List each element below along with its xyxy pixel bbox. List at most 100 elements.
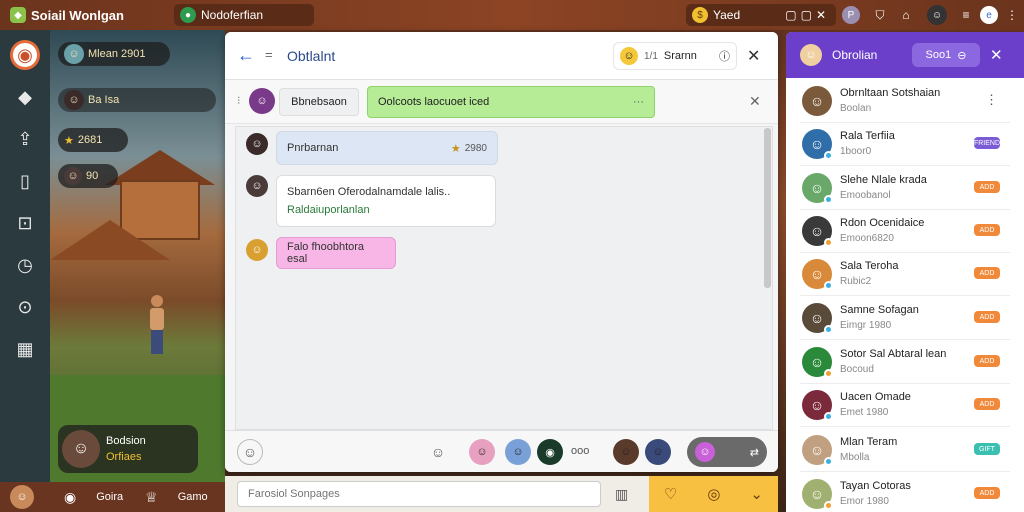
- presence-dot: [824, 151, 833, 160]
- chat-icon[interactable]: ◆: [10, 82, 40, 112]
- online-icon: ●: [180, 7, 196, 23]
- profile-icon[interactable]: P: [842, 6, 860, 24]
- footer-avatar-4[interactable]: ☺: [613, 439, 639, 465]
- friend-action-badge[interactable]: FRIEND: [974, 137, 1000, 149]
- expand-icon[interactable]: ⌄: [750, 485, 763, 503]
- player-character[interactable]: [150, 295, 164, 355]
- friend-row[interactable]: ☺ Tayan Cotoras Emor 1980 ADD: [800, 473, 1010, 512]
- panel-icon[interactable]: ▯: [10, 166, 40, 196]
- search-friends-button[interactable]: Soo1 ⊖: [912, 43, 980, 67]
- shop-icon[interactable]: ⊙: [10, 292, 40, 322]
- friends-close-icon[interactable]: ✕: [990, 46, 1003, 64]
- browser-icon[interactable]: e: [980, 6, 998, 24]
- back-arrow-icon[interactable]: ←: [237, 45, 255, 66]
- message-star-icon: ★: [450, 142, 461, 155]
- bottom-item-2[interactable]: Gamo: [178, 491, 208, 503]
- house-roof: [50, 220, 170, 260]
- footer-avatar-5[interactable]: ☺: [645, 439, 671, 465]
- friend-name: Tayan Cotoras: [840, 480, 911, 492]
- share-icon[interactable]: ⇪: [10, 124, 40, 154]
- message-bubble-2[interactable]: Sbarn6en Oferodalnamdale lalis.. Raldaiu…: [276, 175, 496, 227]
- friend-row[interactable]: ☺ Slehe Nlale krada Emoobanol ADD: [800, 167, 1010, 210]
- logo-icon[interactable]: ◉: [10, 40, 40, 70]
- friend-row[interactable]: ☺ Uacen Omade Emet 1980 ADD: [800, 384, 1010, 427]
- footer-avatar-3[interactable]: ◉: [537, 439, 563, 465]
- friend-row[interactable]: ☺ Mlan Teram Mbolla GIFT: [800, 429, 1010, 472]
- trophy-icon[interactable]: ♕: [145, 489, 158, 506]
- friend-action-badge[interactable]: ADD: [974, 487, 1000, 499]
- footer-label: ooo: [571, 445, 590, 457]
- sticker-button[interactable]: ☺: [425, 439, 451, 465]
- presence-dot: [824, 412, 833, 421]
- message-meta-1: 2980: [464, 142, 487, 154]
- drag-handle-icon[interactable]: ⁝: [237, 94, 241, 107]
- header-status-box[interactable]: ☺ 1/1 Srarnn ⓘ: [613, 42, 737, 70]
- notice-text: Oolcoots laocuoet iced: [378, 96, 490, 108]
- presence-dot: [824, 501, 833, 510]
- friend-name: Rala Terfiia: [840, 130, 895, 142]
- friend-row[interactable]: ☺ Sala Teroha Rubic2 ADD: [800, 253, 1010, 296]
- friend-more-icon[interactable]: ⋮: [985, 92, 998, 108]
- target-icon[interactable]: ◉: [64, 489, 76, 506]
- message-text-3: Falo fhoobhtora esal: [287, 241, 365, 265]
- attach-icon[interactable]: ▥: [615, 486, 628, 503]
- app-title-tab[interactable]: ◆ Soiail Wonlgan: [4, 4, 154, 26]
- player-card[interactable]: ☺ Bodsion Orfiaes: [58, 425, 198, 473]
- emoji-button[interactable]: ☺: [237, 439, 263, 465]
- home-icon[interactable]: ⌂: [898, 7, 914, 23]
- friend-action-badge[interactable]: ADD: [974, 267, 1000, 279]
- notice-banner[interactable]: Oolcoots laocuoet iced ···: [367, 86, 655, 118]
- footer-avatar-2[interactable]: ☺: [505, 439, 531, 465]
- friend-action-badge[interactable]: ADD: [974, 224, 1000, 236]
- star-icon: ★: [64, 134, 74, 147]
- contact-avatar[interactable]: ☺: [249, 88, 275, 114]
- level-avatar: ☺: [64, 167, 82, 185]
- window-controls[interactable]: ▢▢✕: [785, 8, 830, 22]
- close-icon[interactable]: ✕: [747, 46, 760, 66]
- status-text: Nodoferfian: [201, 8, 264, 22]
- friend-action-badge[interactable]: ADD: [974, 181, 1000, 193]
- menu-icon[interactable]: ≡: [958, 7, 974, 23]
- call-toggle[interactable]: ☺ ⇄: [687, 437, 767, 467]
- message-avatar-3[interactable]: ☺: [246, 239, 268, 261]
- friend-avatar[interactable]: ☺: [802, 86, 832, 116]
- game-scene[interactable]: ☺ Mlean 2901 ☺ Ba Isa ★ 2681 ☺ 90: [50, 30, 225, 482]
- gift-icon[interactable]: ◎: [707, 485, 720, 503]
- voice-icon[interactable]: ♡: [664, 485, 677, 503]
- dismiss-icon[interactable]: ✕: [749, 93, 761, 110]
- status-tab[interactable]: ● Nodoferfian: [174, 4, 314, 26]
- friend-row[interactable]: ☺ Sotor Sal Abtaral lean Bocoud ADD: [800, 341, 1010, 384]
- shield-icon[interactable]: ⛉: [872, 7, 888, 23]
- message-input[interactable]: [237, 481, 601, 507]
- list-icon[interactable]: =: [265, 47, 273, 62]
- message-avatar-1[interactable]: ☺: [246, 133, 268, 155]
- friend-action-badge[interactable]: ADD: [974, 355, 1000, 367]
- coins-tab[interactable]: $ Yaed ▢▢✕: [686, 4, 836, 26]
- bottom-item-1[interactable]: Goira: [96, 491, 123, 503]
- settings-icon[interactable]: ⋮: [1004, 7, 1020, 23]
- friend-row[interactable]: ☺ Samne Sofagan Eimgr 1980 ADD: [800, 297, 1010, 340]
- more-icon[interactable]: ···: [633, 96, 644, 108]
- player-name-pill[interactable]: ☺ Mlean 2901: [58, 42, 170, 66]
- message-bubble-1[interactable]: Pnrbarnan ★ 2980: [276, 131, 498, 165]
- friend-row[interactable]: ☺ Rdon Ocenidaice Emoon6820 ADD: [800, 210, 1010, 253]
- friend-action-badge[interactable]: ADD: [974, 311, 1000, 323]
- bottom-avatar[interactable]: ☺: [10, 485, 34, 509]
- footer-avatar-1[interactable]: ☺: [469, 439, 495, 465]
- clock-icon[interactable]: ◷: [10, 250, 40, 280]
- message-avatar-2[interactable]: ☺: [246, 175, 268, 197]
- friend-name: Slehe Nlale krada: [840, 174, 927, 186]
- call-avatar: ☺: [695, 442, 715, 462]
- message-bubble-3[interactable]: Falo fhoobhtora esal: [276, 237, 396, 269]
- friend-row[interactable]: ☺ Rala Terfiia 1boor0 FRIEND: [800, 123, 1010, 166]
- message-scrollbar[interactable]: [764, 128, 771, 288]
- contact-chip[interactable]: Bbnebsaon: [279, 88, 359, 116]
- friend-row[interactable]: ☺ Obrnltaan Sotshaian Boolan ⋮: [800, 80, 1010, 123]
- player-avatar: ☺: [64, 44, 84, 64]
- friend-action-badge[interactable]: ADD: [974, 398, 1000, 410]
- grid-icon[interactable]: ▦: [10, 334, 40, 364]
- edit-icon[interactable]: ⊡: [10, 208, 40, 238]
- message-list[interactable]: ☺ Pnrbarnan ★ 2980 ☺ Sbarn6en Oferodalna…: [235, 126, 773, 430]
- friend-action-badge[interactable]: GIFT: [974, 443, 1000, 455]
- user-avatar[interactable]: ☺: [927, 5, 947, 25]
